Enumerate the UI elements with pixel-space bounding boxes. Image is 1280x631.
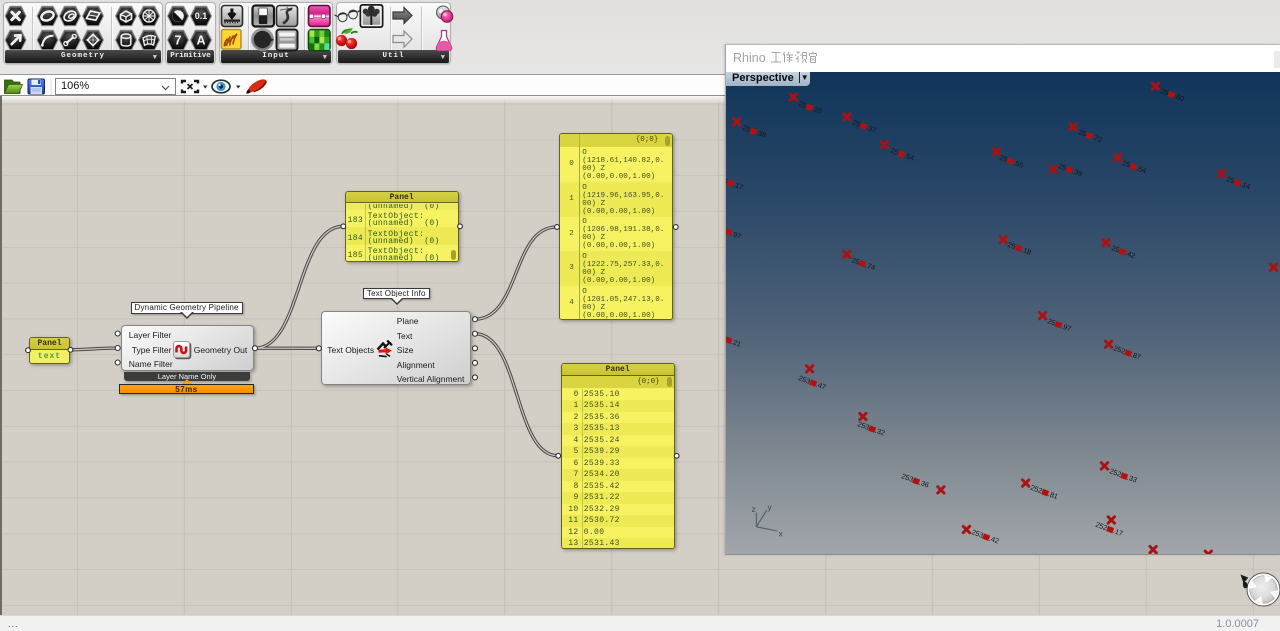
svg-text:.55: .55 bbox=[1012, 157, 1024, 169]
svg-text:.60: .60 bbox=[1173, 91, 1185, 103]
svg-text:.81: .81 bbox=[1047, 489, 1059, 501]
svg-text:.18: .18 bbox=[1020, 244, 1032, 256]
svg-text:.97: .97 bbox=[730, 228, 742, 240]
svg-text:.72: .72 bbox=[1091, 132, 1103, 144]
svg-text:.42: .42 bbox=[1124, 248, 1136, 260]
svg-text:.54: .54 bbox=[1135, 163, 1147, 175]
svg-text:.87: .87 bbox=[1130, 349, 1142, 361]
svg-text:.32: .32 bbox=[874, 425, 886, 437]
svg-text:z: z bbox=[752, 503, 756, 513]
svg-text:y: y bbox=[768, 501, 773, 511]
svg-text:.47: .47 bbox=[815, 379, 827, 391]
svg-text:.37: .37 bbox=[865, 122, 877, 134]
svg-text:x: x bbox=[779, 528, 784, 538]
svg-text:.21: .21 bbox=[730, 336, 742, 348]
svg-text:.36: .36 bbox=[918, 477, 930, 489]
svg-text:.74: .74 bbox=[864, 260, 876, 272]
svg-text:.42: .42 bbox=[988, 533, 1000, 545]
svg-text:.54: .54 bbox=[903, 150, 915, 162]
svg-text:.38: .38 bbox=[755, 127, 767, 139]
svg-text:.33: .33 bbox=[1126, 472, 1138, 484]
svg-text:.39: .39 bbox=[1071, 166, 1083, 178]
svg-text:.17: .17 bbox=[1112, 526, 1124, 538]
svg-text:.25: .25 bbox=[811, 103, 823, 115]
svg-text:.17: .17 bbox=[732, 179, 744, 191]
svg-text:.14: .14 bbox=[1239, 179, 1251, 191]
svg-text:.97: .97 bbox=[1060, 321, 1072, 333]
